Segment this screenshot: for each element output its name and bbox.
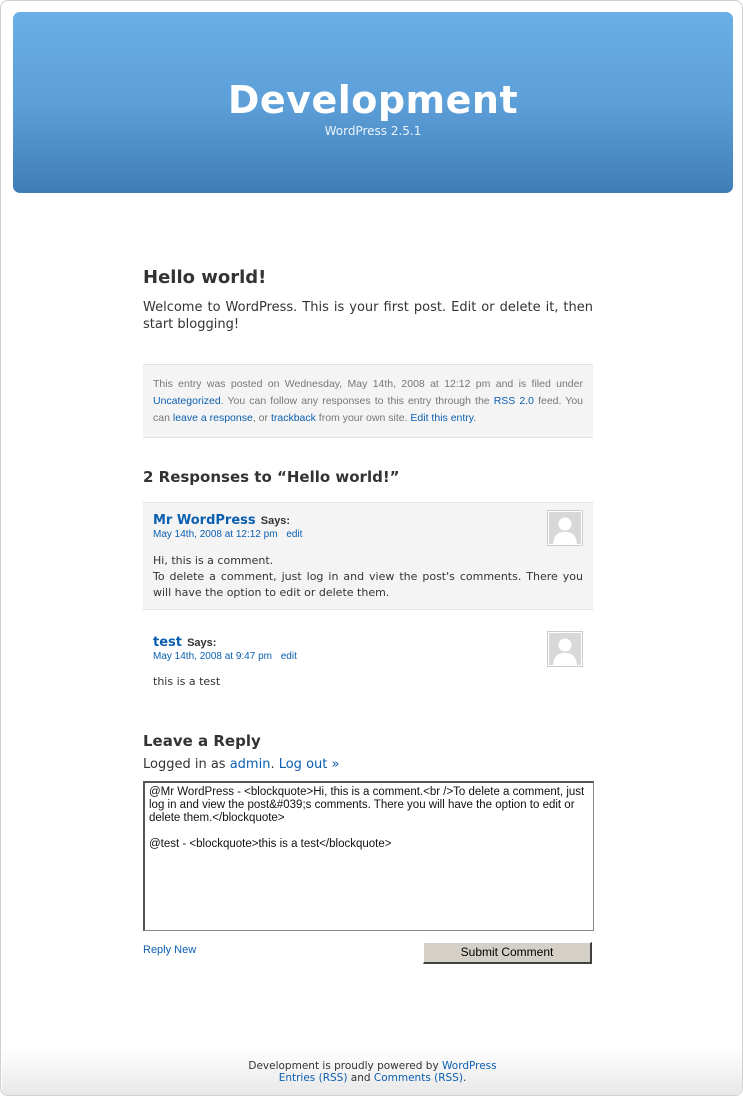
wordpress-link[interactable]: WordPress (442, 1060, 497, 1072)
meta-text: This entry was posted on Wednesday, May … (153, 378, 583, 390)
comment-meta: May 14th, 2008 at 9:47 pm edit (153, 651, 583, 662)
blog-title-link[interactable]: Development (13, 78, 733, 122)
comment-text: Hi, this is a comment. To delete a comme… (153, 553, 583, 601)
logged-in-status: Logged in as admin. Log out » (143, 757, 340, 772)
avatar (547, 510, 583, 546)
comment-edit-link[interactable]: edit (286, 529, 302, 540)
post-title[interactable]: Hello world! (143, 267, 266, 288)
reply-new-link[interactable]: Reply New (143, 944, 196, 956)
comments-rss-link[interactable]: Comments (RSS) (374, 1072, 463, 1084)
rss-link[interactable]: RSS 2.0 (494, 395, 534, 407)
comment-item: Mr WordPress Says: May 14th, 2008 at 12:… (143, 502, 593, 610)
footer-text: . (462, 1072, 467, 1084)
comment-text: this is a test (153, 675, 221, 688)
footer-line: Entries (RSS) and Comments (RSS). (2, 1072, 742, 1084)
edit-entry-link[interactable]: Edit this entry (410, 412, 473, 424)
meta-text: . You can follow any responses to this e… (220, 395, 490, 407)
meta-text: from your own site. (318, 412, 408, 424)
category-link[interactable]: Uncategorized (153, 395, 221, 407)
trackback-link[interactable]: trackback (271, 412, 316, 424)
avatar (547, 631, 583, 667)
comment-edit-link[interactable]: edit (281, 651, 297, 662)
post-body: Welcome to WordPress. This is your first… (143, 300, 593, 332)
blog-description: WordPress 2.5.1 (324, 124, 422, 138)
post-metadata: This entry was posted on Wednesday, May … (143, 364, 593, 438)
comment-line: Hi, this is a comment. (153, 554, 274, 567)
footer-text: Development is proudly powered by (248, 1060, 439, 1072)
entries-rss-link[interactable]: Entries (RSS) (279, 1072, 348, 1084)
reply-heading: Leave a Reply (143, 732, 261, 750)
avatar-silhouette-icon (549, 633, 581, 665)
leave-response-link[interactable]: leave a response (173, 412, 253, 424)
comment-meta: May 14th, 2008 at 12:12 pm edit (153, 529, 583, 540)
comment-textarea[interactable]: @Mr WordPress - <blockquote>Hi, this is … (143, 781, 594, 931)
footer: Development is proudly powered by WordPr… (2, 1047, 742, 1095)
page-frame: Development WordPress 2.5.1 Hello world!… (0, 0, 743, 1096)
post-title-link[interactable]: Hello world! (143, 267, 266, 288)
meta-text: . (473, 412, 477, 424)
comment-date-link[interactable]: May 14th, 2008 at 9:47 pm (153, 651, 272, 662)
blog-header: Development WordPress 2.5.1 (13, 12, 733, 193)
comment-author-link[interactable]: Mr WordPress (153, 513, 256, 528)
footer-text: and (350, 1072, 371, 1084)
submit-comment-button[interactable]: Submit Comment (423, 942, 592, 964)
comment-item: test Says: May 14th, 2008 at 9:47 pm edi… (143, 626, 593, 696)
meta-text: , or (252, 412, 269, 424)
footer-line: Development is proudly powered by WordPr… (2, 1060, 742, 1072)
comment-line: To delete a comment, just log in and vie… (153, 570, 583, 599)
avatar-silhouette-icon (549, 512, 581, 544)
logged-in-text: Logged in as (143, 757, 226, 772)
comments-heading: 2 Responses to “Hello world!” (143, 468, 400, 486)
comment-author-link[interactable]: test (153, 635, 182, 650)
comment-says: Says: (260, 515, 291, 527)
logout-link[interactable]: Log out » (279, 757, 340, 772)
comment-says: Says: (187, 637, 217, 649)
comment-date-link[interactable]: May 14th, 2008 at 12:12 pm (153, 529, 278, 540)
user-profile-link[interactable]: admin (230, 757, 271, 772)
